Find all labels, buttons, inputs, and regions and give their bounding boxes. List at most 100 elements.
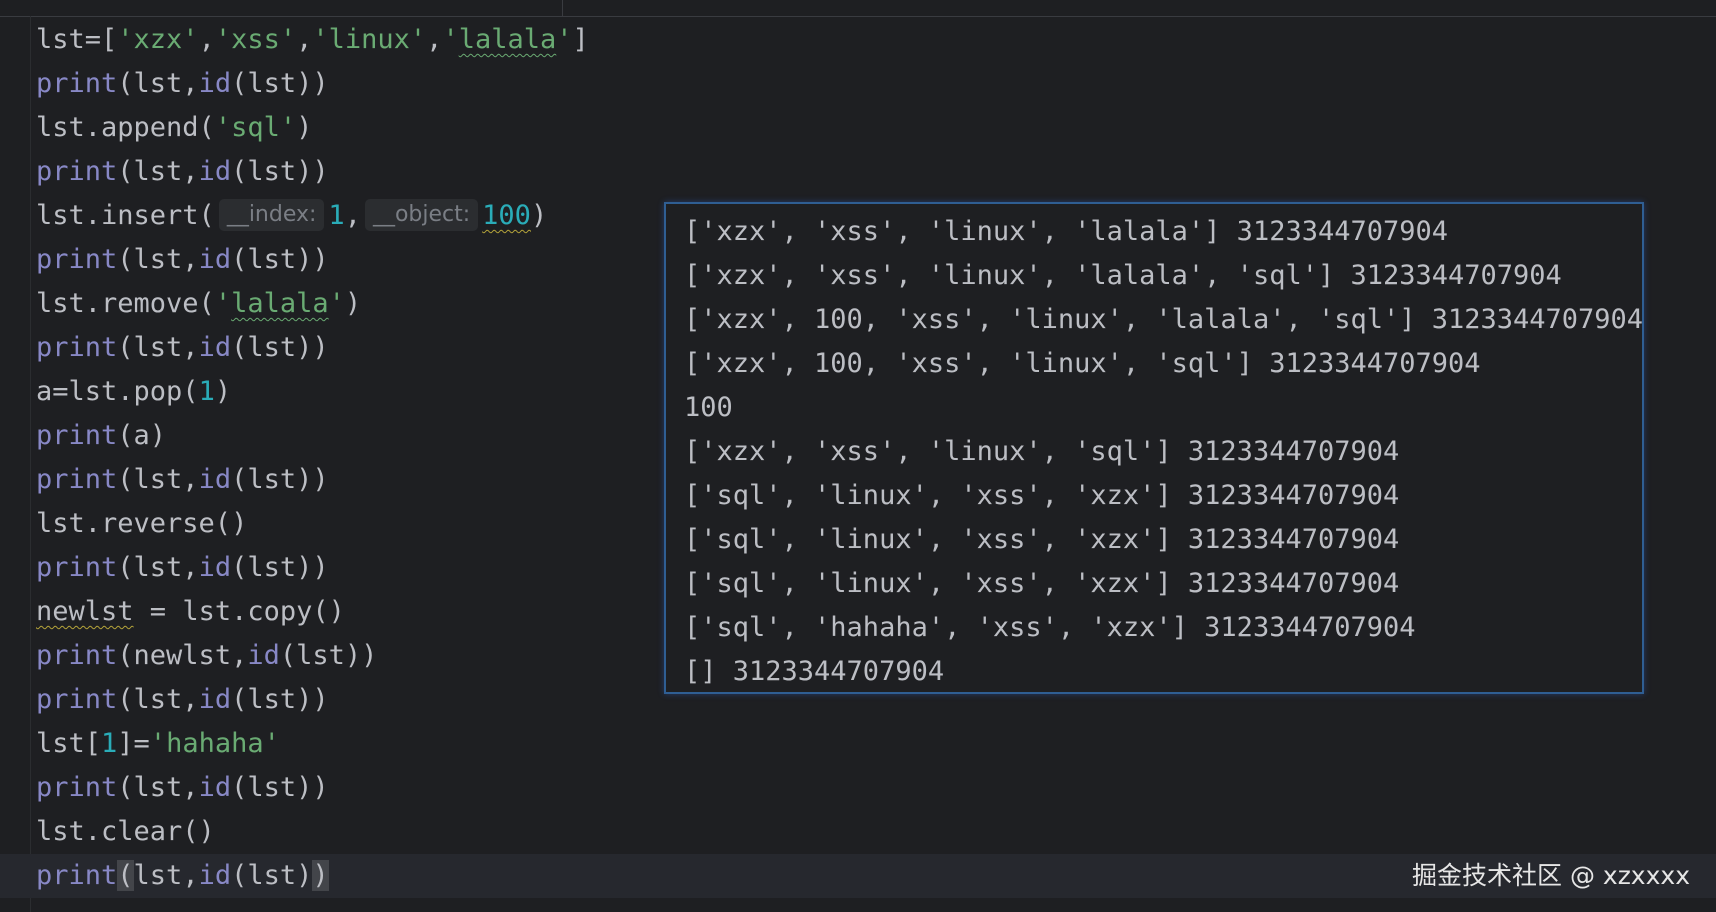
code-token: '	[214, 288, 232, 319]
output-line: ['xzx', 'xss', 'linux', 'lalala'] 312334…	[684, 216, 1449, 247]
watermark: 掘金技术社区 @ xzxxxx	[1412, 861, 1690, 890]
code-token: id	[247, 640, 280, 671]
code-token: (lst))	[231, 464, 329, 495]
code-token: id	[198, 684, 232, 715]
code-token: (a)	[117, 420, 167, 451]
code-line[interactable]: print(lst,id(lst))	[36, 766, 589, 810]
code-token: '	[556, 24, 573, 55]
tab-divider	[562, 0, 563, 16]
code-token: print	[36, 244, 118, 275]
output-lines: ['xzx', 'xss', 'linux', 'lalala'] 312334…	[684, 210, 1643, 694]
code-line[interactable]: print(lst,id(lst))	[36, 546, 589, 590]
code-line[interactable]: print(lst,id(lst))	[36, 458, 589, 502]
code-token: (lst))	[231, 772, 329, 803]
code-line[interactable]: print(a)	[36, 414, 589, 458]
code-token: id	[198, 244, 232, 275]
code-line[interactable]: print(lst,id(lst))	[36, 238, 589, 282]
code-token: 1	[328, 200, 345, 231]
code-token: id	[198, 772, 232, 803]
code-token: (lst,	[117, 156, 199, 187]
code-line[interactable]: lst.append('sql')	[36, 106, 589, 150]
code-token: id	[198, 464, 232, 495]
code-token: (lst))	[231, 684, 329, 715]
code-token: id	[198, 68, 232, 99]
code-line[interactable]: lst[1]='hahaha'	[36, 722, 589, 766]
code-token: print	[36, 156, 118, 187]
parameter-hint: __object:	[364, 199, 479, 231]
code-token: (lst,	[117, 772, 199, 803]
output-line: ['sql', 'hahaha', 'xss', 'xzx'] 31233447…	[684, 612, 1416, 643]
code-line[interactable]: lst=['xzx','xss','linux','lalala']	[36, 18, 589, 62]
code-token: 1	[198, 376, 215, 407]
code-editor[interactable]: lst=['xzx','xss','linux','lalala'] print(…	[36, 18, 589, 898]
code-token: print	[36, 684, 118, 715]
code-line[interactable]: newlst = lst.copy()	[36, 590, 589, 634]
code-line[interactable]: print(lst,id(lst))	[36, 678, 589, 722]
code-token: (lst,	[117, 244, 199, 275]
code-token: lst.append(	[36, 112, 215, 143]
code-token: a=lst.pop(	[36, 376, 199, 407]
code-token: ]=	[117, 728, 150, 759]
code-line[interactable]: print(lst,id(lst))	[36, 326, 589, 370]
output-line: ['sql', 'linux', 'xss', 'xzx'] 312334470…	[684, 568, 1400, 599]
code-token: (lst))	[231, 552, 329, 583]
code-token: id	[198, 332, 232, 363]
code-token: 'sql'	[214, 112, 297, 143]
code-token: (lst))	[279, 640, 378, 671]
code-token: (lst,	[117, 464, 199, 495]
code-token: print	[36, 68, 118, 99]
code-line[interactable]: lst.clear()	[36, 810, 589, 854]
output-line: [] 3123344707904	[684, 656, 945, 687]
code-token: (lst,	[117, 68, 199, 99]
code-token: id	[198, 552, 232, 583]
code-token: print	[36, 552, 118, 583]
code-token: 100	[482, 200, 531, 231]
code-line[interactable]: print(lst,id(lst))	[36, 854, 589, 898]
editor-tab-bar	[0, 0, 1716, 17]
code-token: lst.insert(	[36, 200, 215, 231]
code-token: lalala	[231, 288, 329, 319]
code-token: )	[312, 860, 329, 891]
code-token: lst.reverse()	[36, 508, 248, 539]
code-token: (newlst,	[117, 640, 248, 671]
code-token: lst.remove(	[36, 288, 215, 319]
output-line: ['xzx', 'xss', 'linux', 'lalala', 'sql']…	[684, 260, 1562, 291]
code-token: )	[296, 112, 313, 143]
code-token: (lst))	[231, 156, 329, 187]
code-token: (lst))	[231, 68, 329, 99]
output-line: ['xzx', 100, 'xss', 'linux', 'sql'] 3123…	[684, 348, 1481, 379]
code-token: lst=[	[36, 24, 118, 55]
code-token: print	[36, 464, 118, 495]
code-token: ,	[198, 24, 215, 55]
code-token: 'linux'	[312, 24, 427, 55]
parameter-hint: __index:	[218, 199, 325, 231]
code-token: )	[344, 288, 362, 319]
code-token: 'xzx'	[117, 24, 199, 55]
code-token: 'xss'	[214, 24, 297, 55]
code-token: id	[198, 860, 232, 891]
code-line[interactable]: print(lst,id(lst))	[36, 150, 589, 194]
code-token: ]	[572, 24, 589, 55]
code-token: lst,	[133, 860, 199, 891]
code-token: print	[36, 420, 118, 451]
code-token: '	[442, 24, 459, 55]
code-line[interactable]: print(lst,id(lst))	[36, 62, 589, 106]
code-line[interactable]: lst.insert(__index: 1, __object: 100)	[36, 194, 589, 238]
code-line[interactable]: a=lst.pop(1)	[36, 370, 589, 414]
code-token: print	[36, 640, 118, 671]
code-token: newlst	[36, 596, 134, 627]
code-token: ,	[296, 24, 313, 55]
code-line[interactable]: print(newlst,id(lst))	[36, 634, 589, 678]
output-line: ['xzx', 100, 'xss', 'linux', 'lalala', '…	[684, 304, 1644, 335]
code-token: (lst,	[117, 684, 199, 715]
code-token: lst[	[36, 728, 102, 759]
output-line: ['sql', 'linux', 'xss', 'xzx'] 312334470…	[684, 524, 1400, 555]
code-token: id	[198, 156, 232, 187]
code-line[interactable]: lst.reverse()	[36, 502, 589, 546]
editor-gutter	[30, 16, 31, 912]
code-token: = lst.copy()	[133, 596, 345, 627]
code-token: print	[36, 332, 118, 363]
code-token: print	[36, 772, 118, 803]
code-token: ,	[344, 200, 361, 231]
code-line[interactable]: lst.remove('lalala')	[36, 282, 589, 326]
